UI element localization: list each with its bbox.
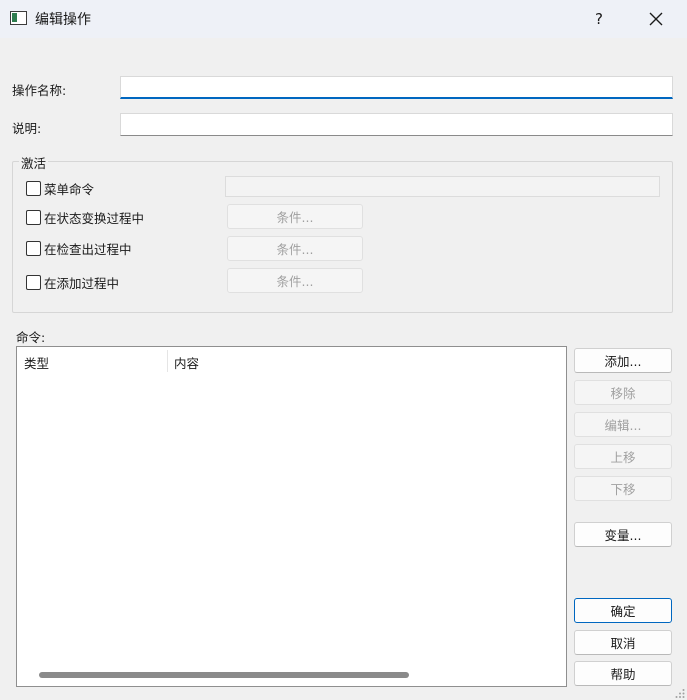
add-checkbox-row[interactable]: 在添加过程中 <box>26 273 119 292</box>
checkout-label: 在检查出过程中 <box>44 242 132 257</box>
title-bar: 编辑操作 ? <box>0 0 687 38</box>
description-input[interactable] <box>120 113 673 136</box>
checkout-checkbox[interactable] <box>26 241 41 256</box>
state-change-checkbox-row[interactable]: 在状态变换过程中 <box>26 208 144 227</box>
menu-command-label: 菜单命令 <box>44 182 95 197</box>
state-change-condition-button[interactable]: 条件... <box>227 204 363 229</box>
add-process-condition-button[interactable]: 条件... <box>227 268 363 293</box>
resize-grip-icon[interactable] <box>675 688 685 698</box>
description-label: 说明: <box>12 121 42 136</box>
cancel-button[interactable]: 取消 <box>574 630 672 655</box>
menu-command-checkbox-row[interactable]: 菜单命令 <box>26 179 94 198</box>
column-header-type[interactable]: 类型 <box>24 353 49 372</box>
column-separator[interactable] <box>167 350 168 372</box>
checkout-checkbox-row[interactable]: 在检查出过程中 <box>26 239 132 258</box>
edit-button[interactable]: 编辑... <box>574 412 672 437</box>
close-button[interactable] <box>633 0 679 38</box>
activation-group-title: 激活 <box>19 153 49 172</box>
column-header-content[interactable]: 内容 <box>174 353 199 372</box>
commands-list[interactable]: 类型 内容 <box>16 346 567 687</box>
menu-command-field <box>225 176 660 197</box>
help-icon: ? <box>595 10 603 28</box>
help-title-button[interactable]: ? <box>576 0 622 38</box>
action-name-input[interactable] <box>120 76 673 99</box>
add-process-label: 在添加过程中 <box>44 276 120 291</box>
close-icon <box>649 12 663 26</box>
commands-label: 命令: <box>16 330 46 345</box>
add-button[interactable]: 添加... <box>574 348 672 373</box>
checkout-condition-button[interactable]: 条件... <box>227 236 363 261</box>
menu-command-checkbox[interactable] <box>26 181 41 196</box>
name-label: 操作名称: <box>12 83 67 98</box>
state-change-label: 在状态变换过程中 <box>44 211 145 226</box>
app-icon <box>10 11 27 25</box>
horizontal-scrollbar[interactable] <box>39 672 409 678</box>
state-change-checkbox[interactable] <box>26 210 41 225</box>
help-button[interactable]: 帮助 <box>574 661 672 686</box>
add-process-checkbox[interactable] <box>26 275 41 290</box>
window-title: 编辑操作 <box>35 12 91 28</box>
remove-button[interactable]: 移除 <box>574 380 672 405</box>
variables-button[interactable]: 变量... <box>574 522 672 547</box>
move-down-button[interactable]: 下移 <box>574 476 672 501</box>
move-up-button[interactable]: 上移 <box>574 444 672 469</box>
ok-button[interactable]: 确定 <box>574 598 672 623</box>
